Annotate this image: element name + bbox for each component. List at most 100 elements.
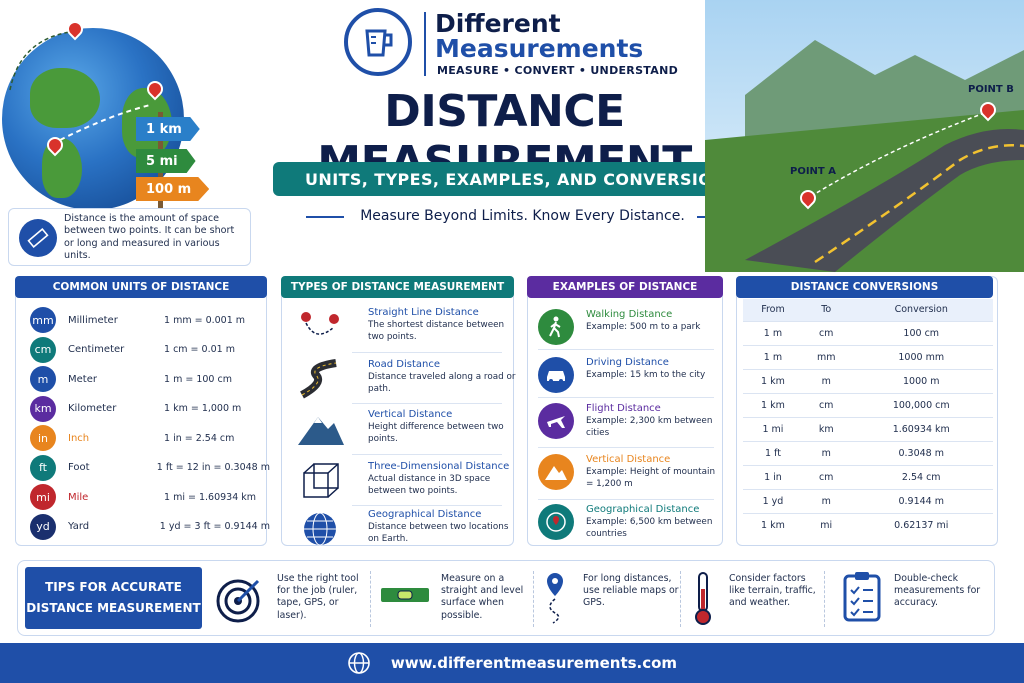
- column-header: From: [743, 299, 803, 321]
- table-row: 1 mi km 1.60934 km: [743, 416, 993, 441]
- target-icon: [216, 579, 260, 623]
- ruler-icon: [19, 219, 57, 257]
- type-title: Geographical Distance: [368, 509, 482, 520]
- unit-abbr-badge: cm: [30, 336, 56, 363]
- type-item-vertical: Vertical Distance Height difference betw…: [292, 407, 518, 455]
- divider: [538, 447, 714, 448]
- unit-row: yd Yard 1 yd = 3 ft = 0.9144 m: [30, 513, 270, 540]
- tip-text: Consider factors like terrain, traffic, …: [729, 573, 816, 609]
- units-panel: COMMON UNITS OF DISTANCE mm Millimeter 1 m…: [15, 276, 270, 546]
- example-desc: Example: 2,300 km between cities: [586, 416, 713, 438]
- table-cell: km: [802, 416, 850, 441]
- unit-name: Meter: [68, 373, 97, 385]
- footer-bar: www.differentmeasurements.com: [0, 643, 1024, 683]
- unit-abbr-badge: ft: [30, 454, 56, 481]
- logo-divider: [424, 12, 426, 76]
- unit-equivalence: 1 mi = 1.60934 km: [164, 491, 257, 503]
- type-item-3d: Three-Dimensional Distance Actual distan…: [292, 459, 518, 507]
- unit-abbr-badge: km: [30, 395, 56, 422]
- types-panel: TYPES OF DISTANCE MEASUREMENT Straight L…: [281, 276, 516, 546]
- tip-text: Use the right tool for the job (ruler, t…: [277, 573, 359, 621]
- airplane-icon: [538, 403, 574, 439]
- cube-icon: [303, 463, 339, 498]
- table-cell: 1000 mm: [849, 344, 993, 369]
- table-row: 1 km mi 0.62137 mi: [743, 512, 993, 537]
- unit-name: Millimeter: [68, 314, 118, 326]
- table-cell: 1 mi: [743, 416, 803, 441]
- unit-equivalence: 1 ft = 12 in = 0.3048 m: [156, 462, 270, 473]
- type-item-road: Road Distance Distance traveled along a …: [292, 357, 518, 405]
- example-title: Driving Distance: [586, 357, 669, 368]
- unit-equivalence: 1 in = 2.54 cm: [164, 432, 235, 444]
- table-cell: 1 yd: [743, 488, 803, 513]
- tagline: Measure Beyond Limits. Know Every Distan…: [360, 208, 685, 224]
- table-row: 1 in cm 2.54 cm: [743, 464, 993, 489]
- unit-abbr-badge: yd: [30, 513, 56, 540]
- divider: [352, 454, 502, 455]
- example-desc: Example: Height of mountain = 1,200 m: [586, 467, 716, 489]
- divider: [538, 397, 714, 398]
- gps-pin-icon: [547, 573, 563, 624]
- table-cell: cm: [802, 464, 850, 489]
- example-vertical: Vertical Distance Example: Height of mou…: [538, 452, 718, 500]
- type-desc: The shortest distance between two points…: [368, 320, 505, 342]
- unit-row: cm Centimeter 1 cm = 0.01 m: [30, 336, 270, 363]
- table-cell: 1 km: [743, 368, 803, 393]
- example-geographical: Geographical Distance Example: 6,500 km …: [538, 502, 718, 550]
- map-pin-icon: [538, 504, 574, 540]
- table-cell: cm: [802, 392, 850, 417]
- unit-name: Centimeter: [68, 344, 125, 355]
- table-row: 1 m mm 1000 mm: [743, 344, 993, 369]
- tips-heading-line2: DISTANCE MEASUREMENT: [26, 601, 201, 615]
- unit-abbr-badge: m: [30, 366, 56, 392]
- conversions-table: From To Conversion 1 m cm 100 cm 1 m mm 1000 …: [743, 299, 993, 537]
- unit-abbr-badge: mi: [30, 484, 56, 510]
- logo-cup-icon: [344, 8, 412, 76]
- type-desc: Actual distance in 3D space between two …: [368, 474, 491, 496]
- website-link[interactable]: www.differentmeasurements.com: [391, 654, 677, 672]
- example-driving: Driving Distance Example: 15 km to the c…: [538, 355, 718, 403]
- tip-divider: [533, 571, 534, 627]
- table-cell: m: [802, 488, 850, 513]
- divider: [538, 499, 714, 500]
- tip-text: Double-check measurements for accuracy.: [894, 573, 981, 609]
- globe-icon: [348, 652, 370, 674]
- types-heading: TYPES OF DISTANCE MEASUREMENT: [281, 276, 514, 298]
- mountain-icon: [298, 417, 344, 445]
- unit-row: m Meter 1 m = 100 cm: [30, 366, 270, 392]
- table-cell: 1 km: [743, 512, 803, 537]
- mountain-icon: [538, 454, 574, 490]
- table-row: 1 ft m 0.3048 m: [743, 440, 993, 465]
- type-title: Road Distance: [368, 359, 440, 370]
- walking-person-icon: [538, 309, 574, 345]
- example-title: Vertical Distance: [586, 454, 671, 465]
- table-cell: 0.62137 mi: [849, 512, 993, 537]
- example-desc: Example: 500 m to a park: [586, 322, 701, 332]
- straight-line-icon: [301, 312, 339, 335]
- unit-name: Kilometer: [68, 403, 117, 414]
- brand-tagline: MEASURE • CONVERT • UNDERSTAND: [437, 64, 679, 77]
- brand-name-line2: Measurements: [435, 34, 644, 63]
- units-heading: COMMON UNITS OF DISTANCE: [15, 276, 267, 298]
- conversions-panel: DISTANCE CONVERSIONS From To Conversion …: [736, 276, 998, 546]
- table-cell: 100 cm: [849, 320, 993, 345]
- type-desc: Distance between two locations on Earth.: [368, 522, 509, 544]
- example-desc: Example: 6,500 km between countries: [586, 517, 713, 539]
- type-title: Straight Line Distance: [368, 307, 479, 318]
- tips-heading-line1: TIPS FOR ACCURATE: [45, 580, 182, 594]
- table-cell: 1 m: [743, 320, 803, 345]
- sign-mi: 5 mi: [136, 149, 196, 173]
- example-title: Geographical Distance: [586, 504, 700, 515]
- table-cell: 1 in: [743, 464, 803, 489]
- unit-name: Yard: [68, 521, 90, 532]
- unit-row: ft Foot 1 ft = 12 in = 0.3048 m: [30, 454, 270, 481]
- route-path-icon: [9, 31, 151, 141]
- divider: [352, 403, 502, 404]
- tip-text: Measure on a straight and level surface …: [441, 573, 524, 621]
- conversions-heading: DISTANCE CONVERSIONS: [736, 276, 993, 298]
- point-b-label: POINT B: [968, 84, 1014, 95]
- sign-km: 1 km: [136, 117, 200, 141]
- divider: [352, 352, 502, 353]
- tips-heading: TIPS FOR ACCURATE DISTANCE MEASUREMENT: [25, 567, 202, 629]
- table-cell: 1 km: [743, 392, 803, 417]
